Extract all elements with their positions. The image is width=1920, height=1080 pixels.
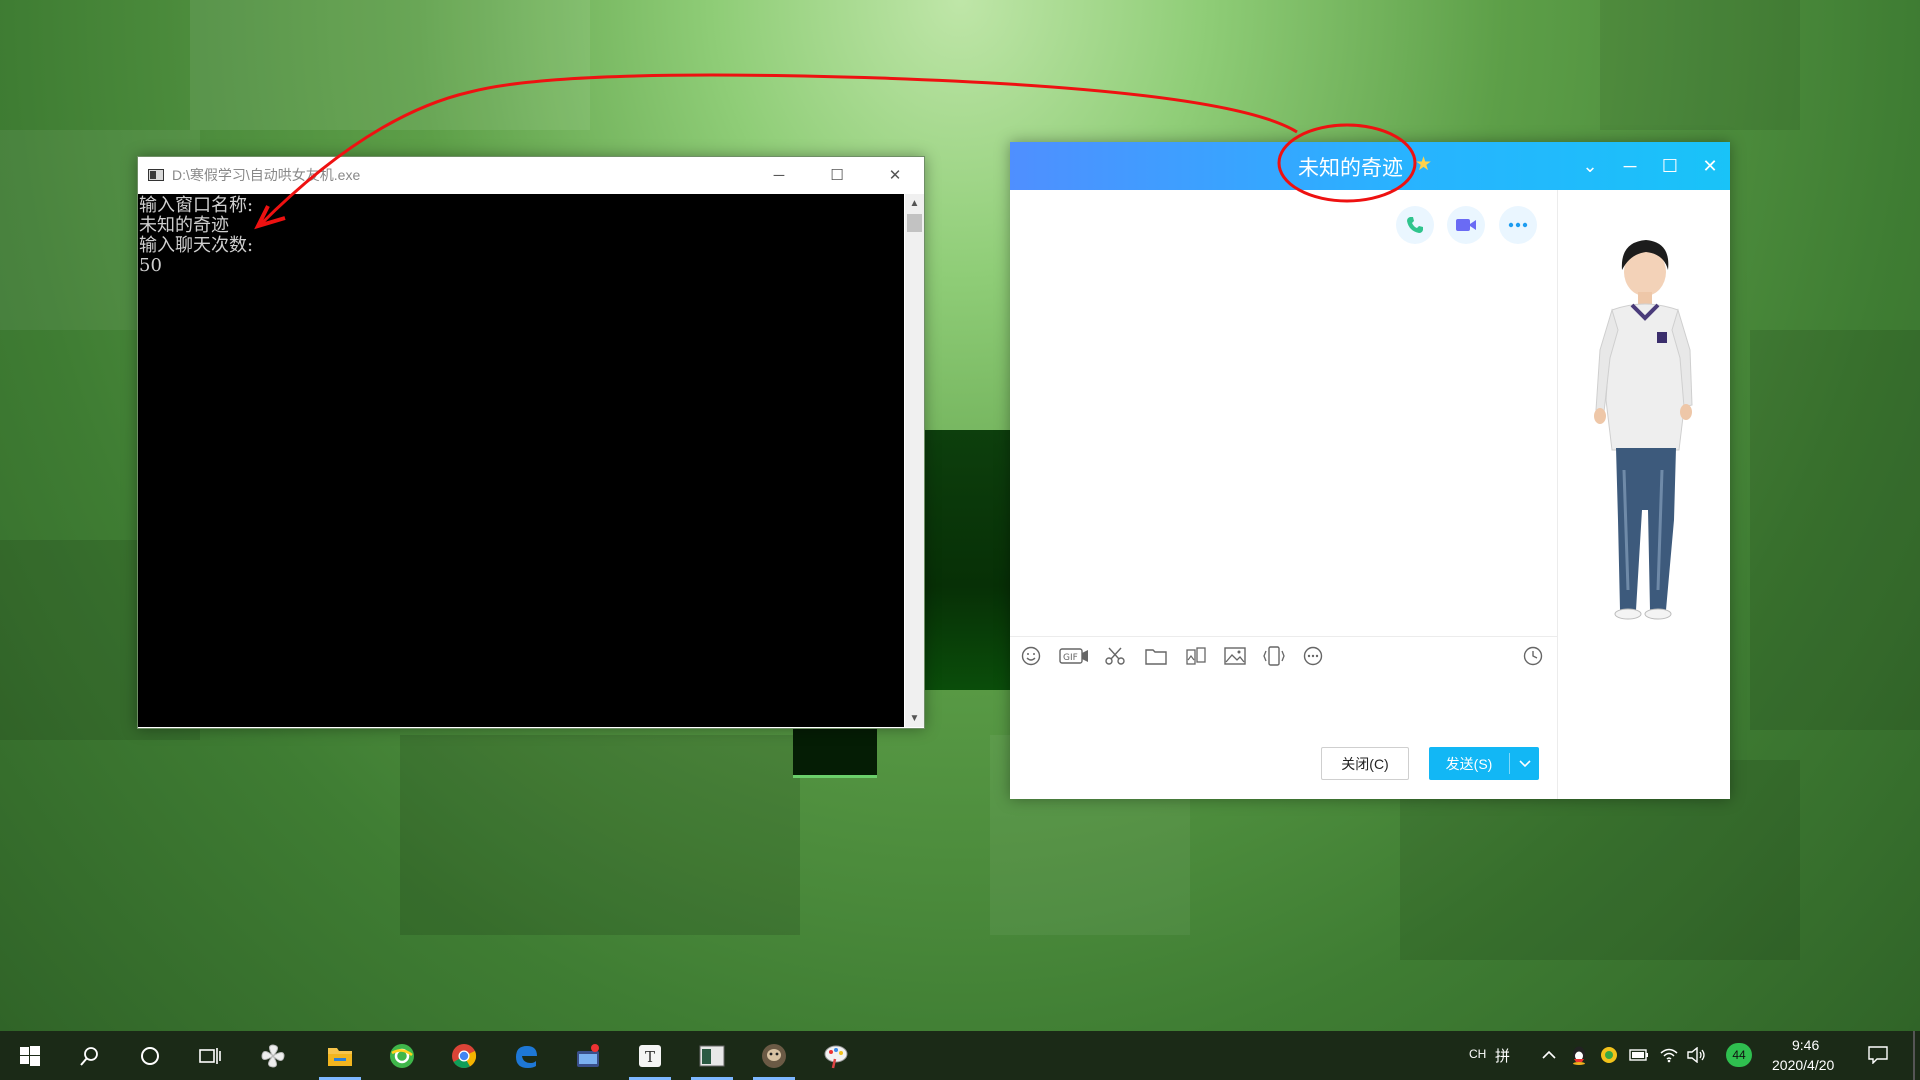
console-app-icon [148, 169, 164, 181]
notification-badge[interactable]: 44 [1726, 1043, 1752, 1067]
console-scrollbar[interactable]: ▲ ▼ [905, 194, 924, 727]
edge-icon[interactable] [501, 1031, 551, 1080]
chat-sidebar-show [1557, 190, 1730, 799]
close-chat-button[interactable]: 关闭(C) [1321, 747, 1409, 780]
clock-time[interactable]: 9:46 [1792, 1037, 1819, 1053]
scroll-thumb[interactable] [907, 214, 922, 232]
chevron-down-icon[interactable]: ⌄ [1570, 142, 1610, 190]
chat-minimize-button[interactable]: ─ [1610, 142, 1650, 190]
task-view-icon[interactable] [185, 1031, 235, 1080]
typora-icon[interactable]: T [625, 1031, 675, 1080]
svg-text:GIF: GIF [1063, 653, 1078, 663]
console-output[interactable]: 输入窗口名称: 未知的奇迹 输入聊天次数: 50 [138, 194, 904, 727]
qq-icon[interactable] [1568, 1044, 1590, 1066]
image-icon[interactable] [1222, 645, 1248, 667]
clock-date[interactable]: 2020/4/20 [1772, 1057, 1834, 1073]
wifi-icon[interactable] [1658, 1044, 1680, 1066]
paint-app-icon[interactable] [811, 1031, 861, 1080]
phone-call-icon[interactable] [1396, 206, 1434, 244]
ime-indicator[interactable]: 拼 [1495, 1045, 1510, 1066]
console-maximize-button[interactable]: ☐ [808, 157, 866, 193]
star-icon: ★ [1415, 154, 1433, 175]
video-call-icon[interactable] [1447, 206, 1485, 244]
console-line: 输入窗口名称: [139, 195, 254, 216]
chat-close-window-button[interactable]: ✕ [1690, 142, 1730, 190]
folder-icon[interactable] [1143, 645, 1169, 667]
gallery-icon[interactable] [1183, 645, 1209, 667]
clock-icon[interactable] [1520, 645, 1546, 667]
chrome-icon[interactable] [439, 1031, 489, 1080]
scroll-up-arrow-icon[interactable]: ▲ [905, 194, 924, 212]
chat-window[interactable]: 未知的奇迹 ★ ⌄ ─ ☐ ✕ GIF 关闭(C) 发送(S) [1010, 142, 1730, 799]
gif-icon[interactable]: GIF [1059, 645, 1089, 667]
console-app-icon[interactable] [687, 1031, 737, 1080]
chat-header[interactable]: 未知的奇迹 ★ ⌄ ─ ☐ ✕ [1010, 142, 1730, 190]
battery-icon[interactable] [1628, 1044, 1650, 1066]
volume-icon[interactable] [1686, 1044, 1708, 1066]
search-icon[interactable] [65, 1031, 115, 1080]
send-options-chevron-icon[interactable] [1510, 759, 1539, 768]
action-center-icon[interactable] [1867, 1044, 1889, 1066]
console-minimize-button[interactable]: ─ [750, 157, 808, 193]
media-app-icon[interactable] [563, 1031, 613, 1080]
console-line: 未知的奇迹 [139, 215, 229, 236]
emoji-icon[interactable] [1018, 645, 1044, 667]
language-indicator[interactable]: CH [1469, 1047, 1486, 1061]
cortana-icon[interactable] [125, 1031, 175, 1080]
taskbar: T CH 拼 44 9:46 2020/4/20 [0, 1031, 1920, 1080]
chevron-up-icon[interactable] [1538, 1044, 1560, 1066]
console-titlebar[interactable]: D:\寒假学习\自动哄女友机.exe ─ ☐ ✕ [138, 157, 924, 193]
console-close-button[interactable]: ✕ [866, 157, 924, 193]
console-window[interactable]: D:\寒假学习\自动哄女友机.exe ─ ☐ ✕ 输入窗口名称: 未知的奇迹 输… [137, 156, 925, 729]
shake-icon[interactable] [1261, 645, 1287, 667]
scissors-icon[interactable] [1102, 645, 1128, 667]
send-button[interactable]: 发送(S) [1429, 747, 1539, 780]
pinwheel-icon[interactable] [248, 1031, 298, 1080]
more-icon[interactable] [1499, 206, 1537, 244]
360-browser-icon[interactable] [377, 1031, 427, 1080]
file-explorer-icon[interactable] [315, 1031, 365, 1080]
send-button-label: 发送(S) [1445, 755, 1493, 772]
wechat-tray-icon[interactable] [1598, 1044, 1620, 1066]
console-window-title: D:\寒假学习\自动哄女友机.exe [172, 167, 361, 183]
chat-message-area[interactable]: GIF 关闭(C) 发送(S) [1010, 190, 1557, 799]
console-line: 输入聊天次数: [139, 235, 254, 256]
game-app-icon[interactable] [749, 1031, 799, 1080]
svg-text:T: T [645, 1048, 655, 1066]
chat-contact-name[interactable]: 未知的奇迹 [1298, 152, 1403, 182]
avatar-figure-icon [1594, 240, 1693, 620]
chat-toolbar: GIF [1010, 636, 1557, 673]
chat-maximize-button[interactable]: ☐ [1650, 142, 1690, 190]
show-desktop-button[interactable] [1913, 1031, 1915, 1080]
scroll-down-arrow-icon[interactable]: ▼ [905, 709, 924, 727]
more-circle-icon[interactable] [1300, 645, 1326, 667]
start-icon[interactable] [5, 1031, 55, 1080]
console-line: 50 [139, 255, 162, 276]
